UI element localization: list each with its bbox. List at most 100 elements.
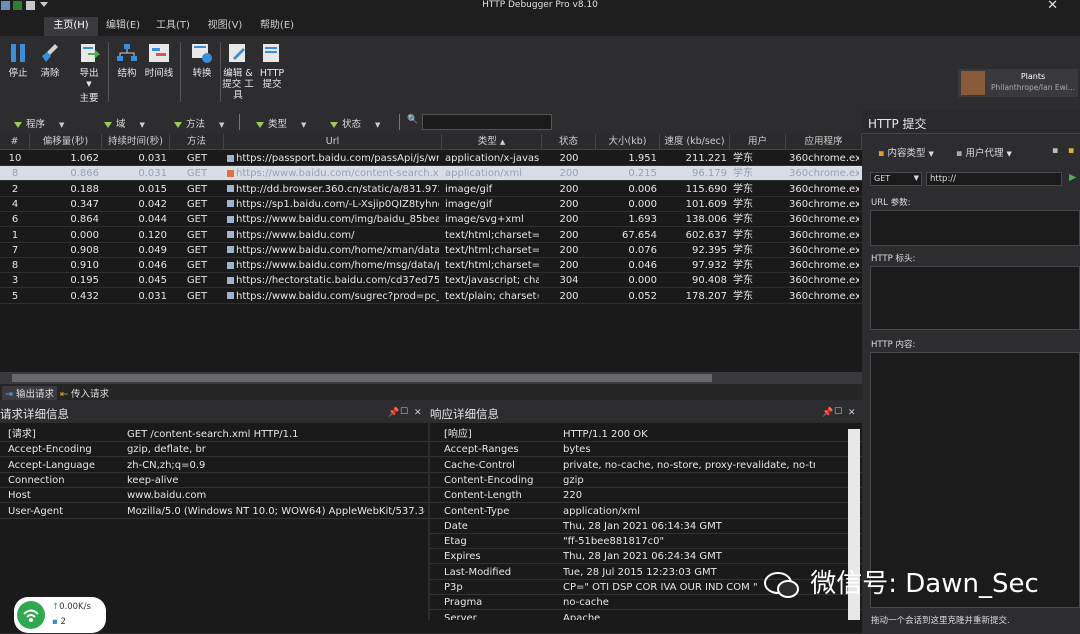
filter-icon <box>256 121 264 128</box>
restore-icon[interactable]: ☐ <box>400 407 408 417</box>
clear-button[interactable]: 清除 <box>36 42 64 79</box>
user-agent-dropdown[interactable]: ▪ 用户代理 ▼ <box>956 145 1012 159</box>
cell-type: image/svg+xml <box>445 214 524 226</box>
cell-type: application/xml <box>445 168 522 180</box>
copy-icon[interactable]: ▪ <box>1052 145 1058 156</box>
table-row[interactable]: 1 0.000 0.120 GET https://www.baidu.com/text… <box>0 228 862 243</box>
restore-icon[interactable]: ☐ <box>834 407 842 417</box>
table-row[interactable]: 8 0.866 0.031 GET https://www.baidu.com/cont… <box>0 166 862 182</box>
column-header-status[interactable]: 状态 <box>542 134 596 150</box>
column-header-duration[interactable]: 持续时间(秒) <box>102 134 170 150</box>
cell-url: https://passport.baidu.com/passApi/js/wr… <box>227 151 439 166</box>
table-row[interactable]: 7 0.908 0.049 GET https://www.baidu.com/home… <box>0 243 862 258</box>
cell-url: https://sp1.baidu.com/-L-Xsjip0QIZ8tyhnq… <box>227 197 439 212</box>
table-row[interactable]: 6 0.864 0.044 GET https://www.baidu.com/img/… <box>0 212 862 228</box>
tab-tools[interactable]: 工具(T) <box>150 17 196 36</box>
timeline-button[interactable]: 时间线 <box>142 42 176 79</box>
cell-method: GET <box>186 153 208 164</box>
cell-url: https://hectorstatic.baidu.com/cd37ed75a… <box>227 273 439 288</box>
detail-row[interactable]: Content-Type application/xml <box>430 504 862 519</box>
folder-icon[interactable]: ▪ <box>1068 145 1074 156</box>
detail-row[interactable]: Content-Length 220 <box>430 488 862 504</box>
window-close-button[interactable]: ✕ <box>1047 0 1058 13</box>
tab-view[interactable]: 视图(V) <box>202 17 248 36</box>
filter-method[interactable]: 方法 ▼ <box>174 116 224 130</box>
detail-row[interactable]: [响应] HTTP/1.1 200 OK <box>430 427 862 442</box>
send-icon[interactable]: ▶ <box>1069 172 1076 183</box>
column-header-size[interactable]: 大小(kb) <box>596 134 660 150</box>
filter-status[interactable]: 状态 ▼ <box>330 116 380 130</box>
tab-edit[interactable]: 编辑(E) <box>100 17 146 36</box>
export-dropdown-icon[interactable]: ▼ <box>74 79 104 90</box>
filter-type[interactable]: 类型 ▼ <box>256 116 306 130</box>
close-icon[interactable]: ✕ <box>414 408 422 418</box>
table-row[interactable]: 10 1.062 0.031 GET https://passport.baidu.co… <box>0 151 862 166</box>
detail-row[interactable]: Cache-Control private, no-cache, no-store… <box>430 458 862 473</box>
table-row[interactable]: 5 0.432 0.031 GET https://www.baidu.com/sugr… <box>0 289 862 304</box>
cell-offset: 0.866 <box>70 168 99 180</box>
convert-button[interactable]: 转换 <box>188 42 216 79</box>
close-icon[interactable]: ✕ <box>848 408 856 418</box>
url-input[interactable]: http:// <box>926 172 1062 186</box>
tab-incoming-requests[interactable]: ⇤ 传入请求 <box>60 386 109 400</box>
http-submit-button[interactable]: HTTP 提交 <box>257 42 287 90</box>
detail-row[interactable]: Expires Thu, 28 Jan 2021 06:24:34 GMT <box>430 549 862 565</box>
column-header-speed[interactable]: 速度 (kb/sec) <box>660 134 730 150</box>
detail-row[interactable]: Accept-Encoding gzip, deflate, br <box>0 442 428 458</box>
table-row[interactable]: 4 0.347 0.042 GET https://sp1.baidu.com/-L-X… <box>0 197 862 212</box>
watermark-text: 微信号: Dawn_Sec <box>810 569 1039 599</box>
cell-status: 304 <box>559 275 579 287</box>
pin-icon[interactable]: 📌 <box>388 408 399 418</box>
detail-row[interactable]: User-Agent Mozilla/5.0 (Windows NT 10.0; … <box>0 504 428 519</box>
column-header-url[interactable]: Url <box>224 134 442 150</box>
filter-domain[interactable]: 域 ▼ <box>104 116 145 130</box>
column-header-number[interactable]: # <box>0 134 30 150</box>
url-params-field[interactable] <box>870 210 1080 246</box>
page-icon <box>227 276 234 284</box>
detail-row[interactable]: Content-Encoding gzip <box>430 473 862 488</box>
search-input[interactable] <box>422 114 552 130</box>
background-theme-badge[interactable]: Plants Philanthrope/Ian Ewi... <box>958 69 1078 97</box>
export-button[interactable]: 导出 ▼ <box>74 42 104 90</box>
column-header-user[interactable]: 用户 <box>730 134 786 150</box>
tab-home[interactable]: 主页(H) <box>44 17 98 36</box>
tab-help[interactable]: 帮助(E) <box>254 17 300 36</box>
http-headers-field[interactable] <box>870 266 1080 330</box>
column-header-application[interactable]: 应用程序 <box>786 134 862 150</box>
detail-row[interactable]: Etag "ff-51bee881817c0" <box>430 534 862 550</box>
content-type-dropdown[interactable]: ▪ 内容类型 ▼ <box>878 145 934 159</box>
cell-application: 360chrome.ex... <box>789 229 859 241</box>
cell-user: 学东 <box>733 260 753 272</box>
detail-row[interactable]: Accept-Ranges bytes <box>430 442 862 458</box>
detail-row[interactable]: Host www.baidu.com <box>0 488 428 504</box>
cell-user: 学东 <box>733 198 753 210</box>
detail-row[interactable]: Connection keep-alive <box>0 473 428 488</box>
method-select[interactable]: GET ▼ <box>870 172 922 186</box>
table-row[interactable]: 8 0.910 0.046 GET https://www.baidu.com/home… <box>0 258 862 274</box>
cell-number: 7 <box>11 244 19 256</box>
detail-row[interactable]: Accept-Language zh-CN,zh;q=0.9 <box>0 458 428 473</box>
response-panel-title: 响应详细信息 <box>430 405 862 423</box>
ribbon-separator <box>220 42 221 102</box>
tab-outgoing-requests[interactable]: ⇥ 输出请求 <box>2 386 58 400</box>
filter-program[interactable]: 程序 ▼ <box>14 116 64 130</box>
detail-key: Cache-Control <box>444 459 515 471</box>
stop-button[interactable]: 停止 <box>4 42 32 79</box>
column-header-offset[interactable]: 偏移量(秒) <box>30 134 102 150</box>
table-row[interactable]: 3 0.195 0.045 GET https://hectorstatic.baidu… <box>0 273 862 289</box>
table-row[interactable]: 2 0.188 0.015 GET http://dd.browser.360.cn/s… <box>0 182 862 197</box>
page-icon <box>227 215 234 223</box>
scrollbar-thumb[interactable] <box>12 374 712 382</box>
column-header-type[interactable]: 类型 ▲ <box>442 134 542 150</box>
detail-row[interactable]: Date Thu, 28 Jan 2021 06:14:34 GMT <box>430 519 862 534</box>
horizontal-scrollbar[interactable] <box>0 372 862 384</box>
pin-icon[interactable]: 📌 <box>822 408 833 418</box>
structure-button[interactable]: 结构 <box>114 42 140 79</box>
column-header-method[interactable]: 方法 <box>170 134 224 150</box>
wechat-logo-icon <box>762 570 802 600</box>
detail-row[interactable]: [请求] GET /content-search.xml HTTP/1.1 <box>0 427 428 442</box>
cell-url: http://dd.browser.360.cn/static/a/831.97… <box>227 182 439 197</box>
network-speed-widget[interactable]: ↑0.00K/s ▪ 2 <box>14 597 106 633</box>
edit-submit-tool-button[interactable]: 编辑 & 提交 工具 <box>222 42 254 101</box>
detail-value: Thu, 28 Jan 2021 06:14:34 GMT <box>563 520 722 532</box>
